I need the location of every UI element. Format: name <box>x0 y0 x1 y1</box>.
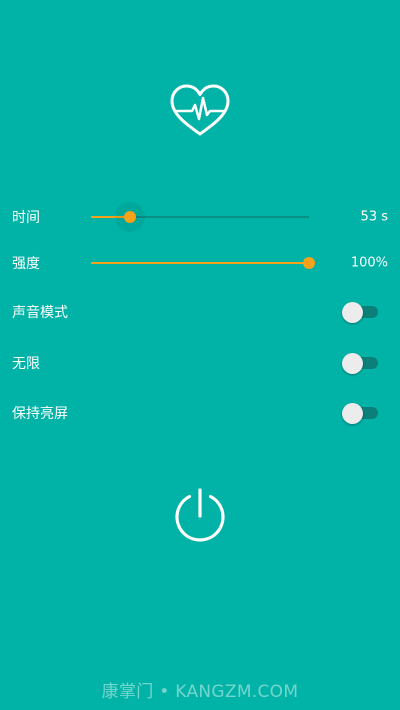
time-setting-row: 时间 53 s <box>0 202 400 232</box>
power-button[interactable] <box>172 486 228 542</box>
sound-mode-switch-thumb <box>342 302 363 323</box>
sound-mode-label: 声音模式 <box>12 305 68 321</box>
time-value: 53 s <box>360 209 388 225</box>
sound-mode-row: 声音模式 <box>0 297 400 327</box>
time-slider[interactable] <box>91 202 309 232</box>
intensity-slider-thumb[interactable] <box>303 257 315 269</box>
unlimited-label: 无限 <box>12 356 40 372</box>
watermark: 康掌门 • KANGZM.COM <box>101 682 299 702</box>
intensity-value: 100% <box>350 255 388 271</box>
heart-pulse-icon <box>170 84 230 136</box>
unlimited-row: 无限 <box>0 348 400 378</box>
app-screen: 时间 53 s 强度 100% 声音模式 无限 保持亮屏 康掌门 • KANGZ… <box>0 0 400 710</box>
intensity-slider[interactable] <box>91 248 315 278</box>
unlimited-switch[interactable] <box>342 353 378 374</box>
time-label: 时间 <box>12 210 40 226</box>
sound-mode-switch[interactable] <box>342 302 378 323</box>
keep-screen-on-switch-thumb <box>342 403 363 424</box>
intensity-setting-row: 强度 100% <box>0 248 400 278</box>
intensity-slider-fill <box>91 262 309 264</box>
keep-screen-on-row: 保持亮屏 <box>0 398 400 428</box>
keep-screen-on-label: 保持亮屏 <box>12 406 68 422</box>
unlimited-switch-thumb <box>342 353 363 374</box>
power-icon <box>175 488 225 542</box>
keep-screen-on-switch[interactable] <box>342 403 378 424</box>
intensity-label: 强度 <box>12 256 40 272</box>
